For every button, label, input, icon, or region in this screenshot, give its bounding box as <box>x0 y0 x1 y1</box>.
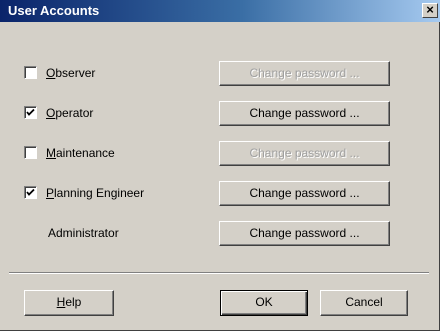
observer-change-password-button[interactable]: Change password ... <box>219 61 390 86</box>
account-row-administrator: Administrator Change password ... <box>0 218 440 248</box>
help-button[interactable]: Help <box>24 290 114 316</box>
planning-engineer-label[interactable]: Planning Engineer <box>46 185 144 201</box>
title-bar[interactable]: User Accounts × <box>0 0 440 22</box>
account-row-operator: Operator Change password ... <box>0 98 440 128</box>
account-row-maintenance: Maintenance Change password ... <box>0 138 440 168</box>
operator-change-password-button[interactable]: Change password ... <box>219 101 390 126</box>
planning-engineer-checkbox[interactable] <box>24 186 37 199</box>
account-row-observer: Observer Change password ... <box>0 58 440 88</box>
check-mark-icon <box>26 188 35 196</box>
user-accounts-dialog: User Accounts × Observer Change password… <box>0 0 440 331</box>
close-button[interactable]: × <box>422 2 438 18</box>
observer-label[interactable]: Observer <box>46 65 95 81</box>
check-mark-icon <box>26 108 35 116</box>
maintenance-label[interactable]: Maintenance <box>46 145 115 161</box>
maintenance-change-password-button[interactable]: Change password ... <box>219 141 390 166</box>
close-icon: × <box>426 2 434 17</box>
operator-label[interactable]: Operator <box>46 105 93 121</box>
maintenance-checkbox[interactable] <box>24 146 37 159</box>
window-title: User Accounts <box>8 3 100 18</box>
planning-engineer-change-password-button[interactable]: Change password ... <box>219 181 390 206</box>
account-row-planning-engineer: Planning Engineer Change password ... <box>0 178 440 208</box>
cancel-button[interactable]: Cancel <box>320 290 408 316</box>
ok-button[interactable]: OK <box>220 290 308 316</box>
operator-checkbox[interactable] <box>24 106 37 119</box>
administrator-label: Administrator <box>48 226 119 240</box>
separator <box>9 272 429 274</box>
administrator-change-password-button[interactable]: Change password ... <box>219 221 390 246</box>
observer-checkbox[interactable] <box>24 66 37 79</box>
